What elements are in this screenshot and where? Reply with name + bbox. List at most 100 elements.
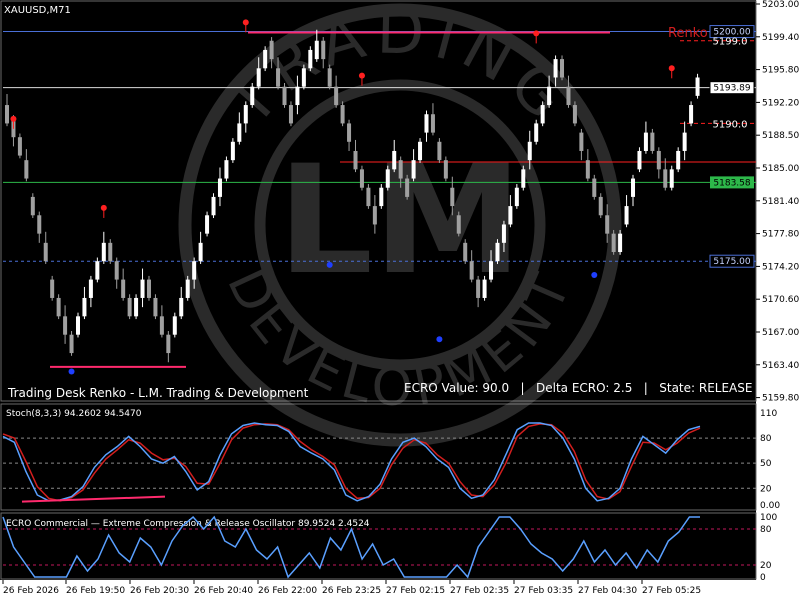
- renko-brick[interactable]: [624, 206, 629, 225]
- renko-brick[interactable]: [495, 242, 500, 262]
- renko-brick[interactable]: [469, 261, 474, 280]
- renko-brick[interactable]: [450, 187, 455, 207]
- renko-brick[interactable]: [88, 279, 93, 298]
- renko-brick[interactable]: [69, 334, 74, 354]
- renko-brick[interactable]: [379, 187, 384, 207]
- renko-brick[interactable]: [243, 105, 248, 124]
- renko-brick[interactable]: [489, 261, 494, 280]
- renko-brick[interactable]: [114, 261, 119, 280]
- renko-brick[interactable]: [95, 261, 100, 280]
- renko-brick[interactable]: [172, 316, 177, 335]
- renko-brick[interactable]: [24, 160, 29, 179]
- renko-brick[interactable]: [230, 141, 235, 161]
- renko-brick[interactable]: [314, 40, 319, 60]
- renko-brick[interactable]: [63, 316, 68, 335]
- renko-brick[interactable]: [560, 59, 565, 78]
- renko-brick[interactable]: [631, 178, 636, 197]
- renko-brick[interactable]: [166, 334, 171, 354]
- renko-brick[interactable]: [56, 297, 61, 317]
- renko-brick[interactable]: [192, 261, 197, 280]
- renko-brick[interactable]: [514, 187, 519, 207]
- renko-brick[interactable]: [682, 132, 687, 151]
- renko-brick[interactable]: [482, 279, 487, 298]
- renko-brick[interactable]: [405, 178, 410, 197]
- renko-brick[interactable]: [534, 123, 539, 142]
- renko-brick[interactable]: [392, 150, 397, 170]
- renko-brick[interactable]: [566, 86, 571, 106]
- renko-brick[interactable]: [618, 233, 623, 253]
- renko-brick[interactable]: [308, 49, 313, 69]
- renko-brick[interactable]: [108, 242, 113, 262]
- renko-brick[interactable]: [269, 40, 274, 60]
- renko-brick[interactable]: [669, 169, 674, 188]
- renko-brick[interactable]: [101, 242, 106, 262]
- renko-brick[interactable]: [547, 86, 552, 106]
- renko-brick[interactable]: [288, 105, 293, 124]
- renko-brick[interactable]: [82, 297, 87, 317]
- renko-brick[interactable]: [321, 40, 326, 60]
- renko-brick[interactable]: [217, 178, 222, 197]
- renko-brick[interactable]: [650, 132, 655, 151]
- renko-brick[interactable]: [689, 105, 694, 124]
- renko-brick[interactable]: [418, 141, 423, 161]
- renko-brick[interactable]: [250, 86, 255, 106]
- renko-brick[interactable]: [656, 150, 661, 170]
- renko-brick[interactable]: [592, 178, 597, 197]
- renko-brick[interactable]: [372, 206, 377, 225]
- renko-brick[interactable]: [146, 279, 151, 298]
- renko-brick[interactable]: [359, 169, 364, 188]
- renko-brick[interactable]: [663, 169, 668, 188]
- renko-chart-window[interactable]: LM TRADING DEVELOPMENT Stoch(8,3,3) 94.2…: [0, 0, 800, 600]
- renko-brick[interactable]: [237, 123, 242, 142]
- renko-brick[interactable]: [611, 233, 616, 253]
- renko-brick[interactable]: [637, 150, 642, 170]
- renko-brick[interactable]: [643, 132, 648, 151]
- renko-brick[interactable]: [256, 68, 261, 87]
- renko-brick[interactable]: [282, 86, 287, 106]
- renko-brick[interactable]: [50, 279, 55, 298]
- renko-brick[interactable]: [443, 160, 448, 179]
- renko-brick[interactable]: [224, 160, 229, 179]
- renko-brick[interactable]: [463, 242, 468, 262]
- renko-brick[interactable]: [553, 59, 558, 78]
- renko-brick[interactable]: [134, 297, 139, 317]
- renko-brick[interactable]: [301, 68, 306, 87]
- renko-brick[interactable]: [185, 279, 190, 298]
- renko-brick[interactable]: [140, 279, 145, 298]
- renko-brick[interactable]: [347, 123, 352, 142]
- renko-brick[interactable]: [598, 196, 603, 216]
- renko-brick[interactable]: [676, 150, 681, 170]
- renko-brick[interactable]: [437, 141, 442, 161]
- renko-brick[interactable]: [385, 169, 390, 188]
- renko-brick[interactable]: [37, 215, 42, 234]
- renko-brick[interactable]: [456, 215, 461, 234]
- renko-brick[interactable]: [43, 242, 48, 262]
- renko-brick[interactable]: [276, 68, 281, 87]
- renko-brick[interactable]: [153, 297, 158, 317]
- renko-brick[interactable]: [334, 86, 339, 106]
- renko-brick[interactable]: [263, 49, 268, 69]
- renko-brick[interactable]: [605, 215, 610, 234]
- renko-brick[interactable]: [340, 105, 345, 124]
- renko-brick[interactable]: [211, 196, 216, 216]
- renko-brick[interactable]: [327, 68, 332, 87]
- renko-brick[interactable]: [476, 279, 481, 298]
- renko-brick[interactable]: [198, 242, 203, 262]
- renko-brick[interactable]: [121, 279, 126, 298]
- renko-brick[interactable]: [501, 224, 506, 243]
- renko-brick[interactable]: [521, 169, 526, 188]
- renko-brick[interactable]: [353, 150, 358, 170]
- renko-brick[interactable]: [127, 297, 132, 317]
- renko-brick[interactable]: [424, 114, 429, 133]
- renko-brick[interactable]: [508, 206, 513, 225]
- renko-brick[interactable]: [159, 316, 164, 335]
- renko-brick[interactable]: [30, 196, 35, 216]
- renko-brick[interactable]: [695, 77, 700, 96]
- renko-brick[interactable]: [585, 160, 590, 179]
- renko-brick[interactable]: [295, 86, 300, 106]
- renko-brick[interactable]: [75, 316, 80, 335]
- renko-brick[interactable]: [17, 137, 22, 156]
- renko-brick[interactable]: [205, 215, 210, 234]
- renko-brick[interactable]: [5, 105, 10, 124]
- renko-brick[interactable]: [411, 160, 416, 179]
